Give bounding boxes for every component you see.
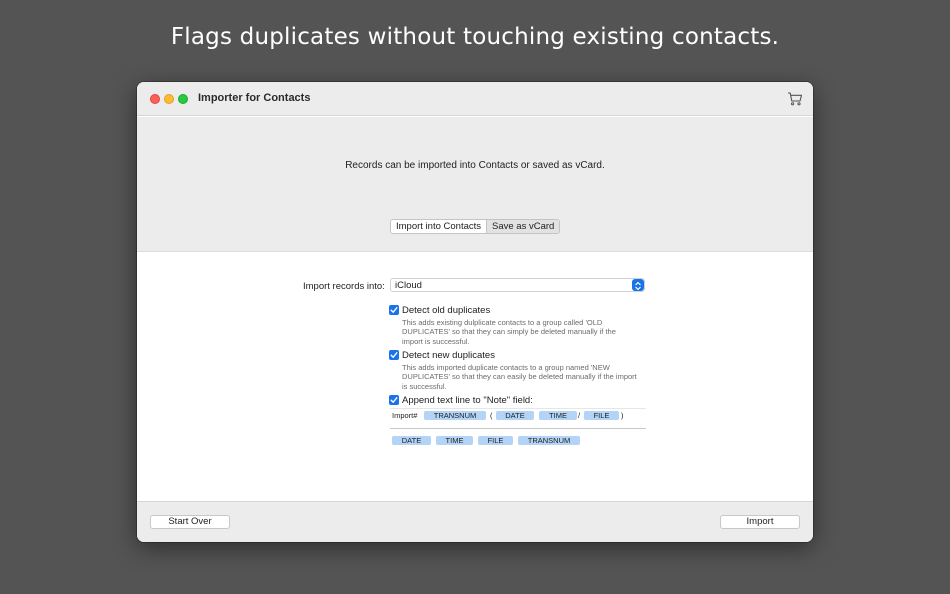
- import-target-select[interactable]: iCloud: [390, 278, 645, 292]
- checkmark-icon: [390, 352, 398, 358]
- token-palette: DATE TIME FILE TRANSNUM: [390, 435, 646, 447]
- import-target-value: iCloud: [395, 280, 422, 291]
- close-window-button[interactable]: [150, 94, 160, 104]
- description-line: DUPLICATES' so that they can easily be d…: [402, 372, 637, 382]
- checkmark-icon: [390, 307, 398, 313]
- detect-new-duplicates-description: This adds imported duplicate contacts to…: [402, 363, 652, 391]
- description-line: import is successful.: [402, 336, 470, 346]
- segment-save-as-vcard[interactable]: Save as vCard: [487, 220, 560, 233]
- palette-token-time[interactable]: TIME: [436, 436, 473, 445]
- detect-old-duplicates-label: Detect old duplicates: [402, 305, 491, 316]
- headline: Flags duplicates without touching existi…: [170, 24, 780, 50]
- description-line: This adds existing dulplicate contacts t…: [402, 318, 603, 327]
- maximize-window-button[interactable]: [178, 94, 188, 104]
- note-open-paren: (: [490, 411, 493, 420]
- detect-old-duplicates-description: This adds existing dulplicate contacts t…: [402, 318, 652, 346]
- cart-icon[interactable]: [787, 91, 803, 107]
- mode-segmented-control: Import into Contacts Save as vCard: [390, 219, 561, 234]
- detect-new-duplicates-checkbox[interactable]: [389, 350, 399, 360]
- append-note-checkbox[interactable]: [389, 395, 399, 405]
- detect-new-duplicates-label: Detect new duplicates: [402, 350, 495, 361]
- detect-old-duplicates-checkbox[interactable]: [389, 305, 399, 315]
- bottom-bar: Start Over Import: [137, 501, 813, 542]
- description-line: This adds imported duplicate contacts to…: [402, 363, 610, 372]
- minimize-window-button[interactable]: [164, 94, 174, 104]
- mode-panel: Records can be imported into Contacts or…: [137, 117, 813, 252]
- app-window: Importer for Contacts Records can be imp…: [137, 82, 813, 542]
- import-button[interactable]: Import: [720, 515, 800, 529]
- updown-chevron-icon: [632, 279, 644, 291]
- window-title: Importer for Contacts: [198, 92, 311, 104]
- note-template-field[interactable]: Import# TRANSNUM ( DATE TIME / FILE ): [390, 408, 646, 429]
- records-info-text: Records can be imported into Contacts or…: [345, 160, 605, 171]
- note-token-time[interactable]: TIME: [539, 411, 577, 420]
- append-note-label: Append text line to "Note" field:: [402, 395, 533, 406]
- start-over-button[interactable]: Start Over: [150, 515, 230, 529]
- title-bar: Importer for Contacts: [137, 82, 813, 116]
- note-slash: /: [578, 411, 581, 420]
- options-panel: Import records into: iCloud Detect old d…: [137, 253, 813, 501]
- note-prefix-text: Import#: [392, 411, 418, 420]
- palette-token-file[interactable]: FILE: [478, 436, 513, 445]
- note-token-date[interactable]: DATE: [496, 411, 534, 420]
- note-close-paren: ): [621, 411, 624, 420]
- import-target-label: Import records into:: [303, 281, 385, 292]
- note-token-transnum[interactable]: TRANSNUM: [424, 411, 486, 420]
- note-token-file[interactable]: FILE: [584, 411, 619, 420]
- description-line: is successful.: [402, 381, 447, 391]
- palette-token-transnum[interactable]: TRANSNUM: [518, 436, 580, 445]
- palette-token-date[interactable]: DATE: [392, 436, 431, 445]
- checkmark-icon: [390, 397, 398, 403]
- description-line: DUPLICATES' so that they can simply be d…: [402, 327, 616, 337]
- segment-import-into-contacts[interactable]: Import into Contacts: [391, 220, 488, 233]
